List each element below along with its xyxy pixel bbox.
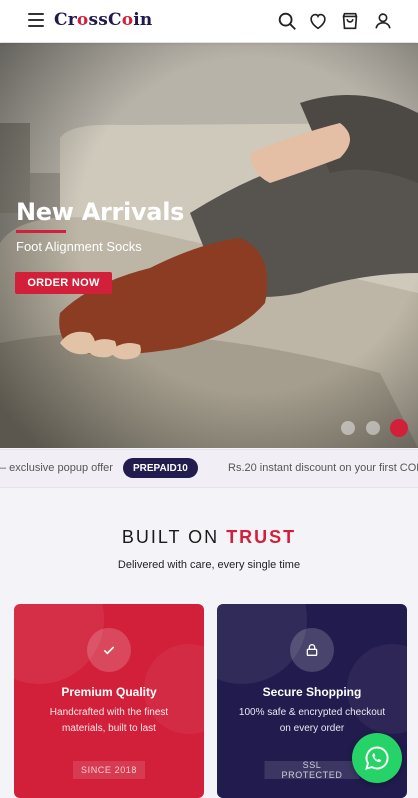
section-subtitle: Delivered with care, every single time [117, 559, 301, 571]
marquee-text-1: – exclusive popup offer [0, 462, 113, 474]
card-title: Premium Quality [61, 685, 157, 699]
slide-dot-1[interactable] [341, 421, 355, 435]
offer-marquee: – exclusive popup offer PREPAID10 Rs.20 … [0, 449, 418, 488]
slide-dot-3[interactable] [390, 419, 408, 437]
whatsapp-icon [365, 746, 389, 770]
marquee-text-2: Rs.20 instant discount on your first COD [228, 462, 418, 474]
lock-icon [290, 628, 334, 672]
search-icon[interactable] [276, 10, 298, 32]
order-now-button[interactable]: ORDER NOW [15, 272, 112, 294]
card-badge: SINCE 2018 [72, 761, 146, 779]
coupon-code-badge: PREPAID10 [123, 458, 198, 478]
section-title: BUILT ON TRUST [121, 527, 297, 547]
hero-title: New Arrivals [16, 198, 185, 226]
hero-underline [16, 230, 66, 233]
user-icon[interactable] [372, 10, 394, 32]
site-header: CrossCoin [0, 0, 418, 42]
menu-icon[interactable] [28, 13, 44, 27]
card-description: Handcrafted with the finest materials, b… [49, 707, 169, 734]
check-icon [87, 628, 131, 672]
card-badge: SSL PROTECTED [264, 760, 360, 780]
hero-subtitle: Foot Alignment Socks [16, 239, 142, 254]
cart-icon[interactable] [339, 10, 361, 32]
whatsapp-chat-button[interactable] [352, 733, 402, 783]
slide-dot-2[interactable] [366, 421, 380, 435]
hero-banner[interactable]: New Arrivals Foot Alignment Socks ORDER … [0, 43, 418, 448]
premium-quality-card: Premium Quality Handcrafted with the fin… [14, 604, 204, 798]
brand-logo[interactable]: CrossCoin [54, 10, 152, 30]
card-description: 100% safe & encrypted checkout on every … [238, 707, 386, 734]
card-title: Secure Shopping [262, 685, 362, 699]
heart-icon[interactable] [307, 10, 329, 32]
